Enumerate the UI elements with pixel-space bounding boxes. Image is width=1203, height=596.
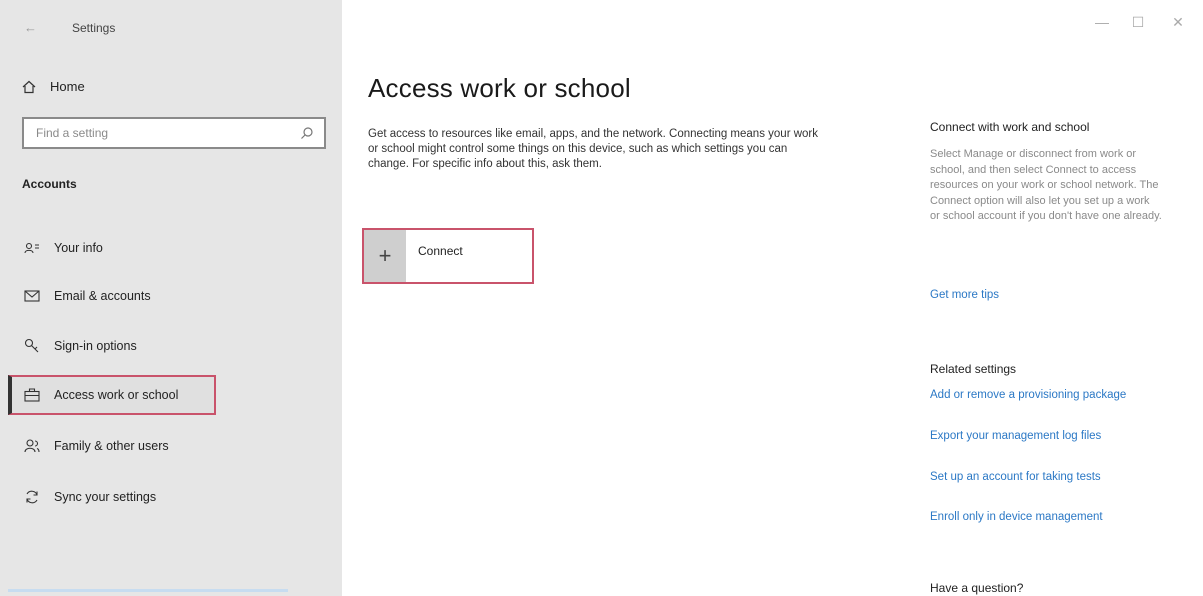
page-title: Access work or school <box>368 73 631 103</box>
sidebar-item-label: Sign-in options <box>54 339 137 353</box>
plus-icon: + <box>364 230 406 282</box>
sidebar-item-family-other-users[interactable]: Family & other users <box>12 426 220 466</box>
people-icon <box>24 438 40 454</box>
mail-icon <box>24 288 40 304</box>
minimize-icon[interactable]: — <box>1092 14 1112 30</box>
sidebar-item-label: Your info <box>54 241 103 255</box>
connect-help-text: Select Manage or disconnect from work or… <box>930 148 1162 223</box>
connect-button[interactable]: + Connect <box>362 228 534 284</box>
sidebar-item-label: Email & accounts <box>54 289 151 303</box>
get-more-tips-link[interactable]: Get more tips <box>930 289 999 301</box>
have-a-question-heading: Have a question? <box>930 581 1024 595</box>
sync-icon <box>24 489 40 505</box>
sidebar-item-email-accounts[interactable]: Email & accounts <box>12 276 220 316</box>
test-account-link[interactable]: Set up an account for taking tests <box>930 471 1101 483</box>
maximize-icon[interactable]: ☐ <box>1128 14 1148 31</box>
page-description: Get access to resources like email, apps… <box>368 128 818 170</box>
sidebar: ← Settings Home Accounts Your info Email… <box>0 0 342 596</box>
search-box[interactable] <box>22 117 326 149</box>
sidebar-item-label: Family & other users <box>54 439 169 453</box>
home-label: Home <box>50 79 85 94</box>
window-title: Settings <box>72 21 116 35</box>
sidebar-item-access-work-or-school[interactable]: Access work or school <box>8 375 216 415</box>
connect-heading: Connect with work and school <box>930 120 1090 134</box>
provisioning-package-link[interactable]: Add or remove a provisioning package <box>930 389 1126 401</box>
taskbar-strip <box>8 589 288 592</box>
key-icon <box>24 338 40 354</box>
person-card-icon <box>24 240 40 256</box>
search-input[interactable] <box>34 125 300 141</box>
connect-label: Connect <box>418 244 463 258</box>
sidebar-item-sync-settings[interactable]: Sync your settings <box>12 477 220 517</box>
sidebar-item-your-info[interactable]: Your info <box>12 228 220 268</box>
home-icon <box>22 80 36 94</box>
home-nav-item[interactable]: Home <box>22 79 85 94</box>
briefcase-icon <box>24 387 40 403</box>
search-icon[interactable] <box>300 126 314 140</box>
back-arrow-icon[interactable]: ← <box>24 20 37 35</box>
close-icon[interactable]: ✕ <box>1168 14 1188 31</box>
sidebar-item-sign-in-options[interactable]: Sign-in options <box>12 326 220 366</box>
related-settings-heading: Related settings <box>930 362 1017 376</box>
device-management-link[interactable]: Enroll only in device management <box>930 511 1103 523</box>
export-logs-link[interactable]: Export your management log files <box>930 430 1101 442</box>
sidebar-item-label: Sync your settings <box>54 490 157 504</box>
sidebar-item-label: Access work or school <box>54 388 179 402</box>
section-label-accounts: Accounts <box>22 177 77 191</box>
